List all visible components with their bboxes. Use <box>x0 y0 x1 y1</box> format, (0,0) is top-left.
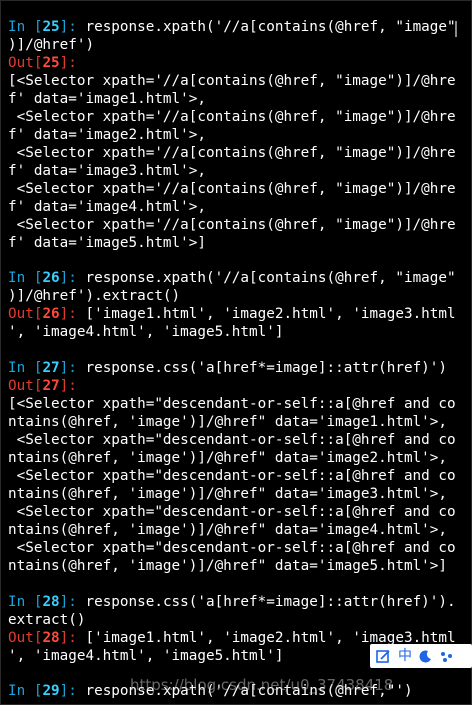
output-line: ', 'image4.html', 'image5.html'] <box>8 648 284 664</box>
in-prompt-close: ]: <box>59 19 77 35</box>
output-prompt: Out[27]: <box>8 377 77 395</box>
terminal-window[interactable]: In [25]: response.xpath('//a[contains(@h… <box>0 0 472 705</box>
input-line[interactable]: In [26]: response.xpath('//a[contains(@h… <box>8 269 456 287</box>
output-line: ntains(@href, 'image')]/@href" data='ima… <box>8 486 447 502</box>
output-line: f' data='image4.html'>, <box>8 199 206 215</box>
code-text: response.xpath('//a[contains(@href, "ima… <box>76 19 456 35</box>
output-line: ntains(@href, 'image')]/@href" data='ima… <box>8 450 447 466</box>
output-line: f' data='image5.html'>] <box>8 235 206 251</box>
output-line: <Selector xpath="descendant-or-self::a[@… <box>8 432 456 448</box>
ime-language-toggle[interactable]: 中 <box>398 649 412 663</box>
out-prompt-label: Out[ <box>8 306 43 322</box>
output-line: <Selector xpath='//a[contains(@href, "im… <box>8 145 456 161</box>
out-prompt-number: 27 <box>42 378 60 394</box>
input-line[interactable]: In [27]: response.css('a[href*=image]::a… <box>8 359 447 377</box>
output-line: f' data='image1.html'>, <box>8 91 206 107</box>
code-text: response.xpath('//a[contains(@href, "ima… <box>76 270 456 286</box>
out-prompt-close: ]: <box>59 55 77 71</box>
in-prompt-label: In [ <box>8 19 43 35</box>
out-prompt-number: 28 <box>42 630 60 646</box>
output-line: <Selector xpath="descendant-or-self::a[@… <box>8 540 456 556</box>
watermark-text: https://blog.csdn.net/u0_37438418 <box>130 676 394 694</box>
code-text: )]/@href').extract() <box>8 288 181 304</box>
out-prompt-label: Out[ <box>8 630 43 646</box>
output-line: f' data='image2.html'>, <box>8 127 206 143</box>
input-line-cont[interactable]: )]/@href') <box>8 36 94 54</box>
in-prompt-close: ]: <box>59 360 77 376</box>
output-line: Out[26]: ['image1.html', 'image2.html', … <box>8 305 456 323</box>
out-prompt-number: 26 <box>42 306 60 322</box>
scroll-marker <box>455 21 457 37</box>
input-line[interactable]: In [28]: response.css('a[href*=image]::a… <box>8 593 456 611</box>
output-line: [<Selector xpath='//a[contains(@href, "i… <box>8 73 456 89</box>
in-prompt-close: ]: <box>59 683 77 699</box>
code-text: extract() <box>8 612 86 628</box>
out-prompt-close: ]: <box>59 378 77 394</box>
in-prompt-number: 27 <box>42 360 60 376</box>
code-text: )]/@href') <box>8 37 95 53</box>
code-text: response.css('a[href*=image]::attr(href)… <box>76 360 447 376</box>
output-line: ntains(@href, 'image')]/@href" data='ima… <box>8 414 447 430</box>
in-prompt-close: ]: <box>59 594 77 610</box>
output-line: <Selector xpath='//a[contains(@href, "im… <box>8 109 456 125</box>
output-line: ntains(@href, 'image')]/@href" data='ima… <box>8 522 447 538</box>
output-line: ntains(@href, 'image')]/@href" data='ima… <box>8 558 447 574</box>
output-line: <Selector xpath="descendant-or-self::a[@… <box>8 468 456 484</box>
out-prompt-close: ]: <box>59 630 77 646</box>
in-prompt-label: In [ <box>8 683 43 699</box>
in-prompt-close: ]: <box>59 270 77 286</box>
in-prompt-number: 28 <box>42 594 60 610</box>
out-prompt-close: ]: <box>59 306 77 322</box>
output-line: <Selector xpath='//a[contains(@href, "im… <box>8 181 456 197</box>
ime-toolbar[interactable]: 中 <box>370 644 472 668</box>
output-line: [<Selector xpath="descendant-or-self::a[… <box>8 396 456 412</box>
in-prompt-label: In [ <box>8 270 43 286</box>
out-prompt-label: Out[ <box>8 55 43 71</box>
output-prompt: Out[25]: <box>8 54 77 72</box>
in-prompt-number: 25 <box>42 19 60 35</box>
in-prompt-label: In [ <box>8 360 43 376</box>
out-prompt-label: Out[ <box>8 378 43 394</box>
dots-icon[interactable] <box>439 650 455 663</box>
output-line: <Selector xpath="descendant-or-self::a[@… <box>8 504 456 520</box>
output-text: ['image1.html', 'image2.html', 'image3.h… <box>76 306 456 322</box>
output-line: ', 'image4.html', 'image5.html'] <box>8 324 284 340</box>
output-line: <Selector xpath='//a[contains(@href, "im… <box>8 217 456 233</box>
output-line: f' data='image3.html'>, <box>8 163 206 179</box>
out-prompt-number: 25 <box>42 55 60 71</box>
code-text: response.css('a[href*=image]::attr(href)… <box>76 594 456 610</box>
moon-icon[interactable] <box>419 649 432 663</box>
in-prompt-number: 29 <box>42 683 60 699</box>
input-line[interactable]: In [25]: response.xpath('//a[contains(@h… <box>8 18 456 36</box>
edit-icon[interactable] <box>376 649 391 664</box>
input-line-cont[interactable]: extract() <box>8 611 85 629</box>
in-prompt-label: In [ <box>8 594 43 610</box>
input-line-cont[interactable]: )]/@href').extract() <box>8 287 180 305</box>
in-prompt-number: 26 <box>42 270 60 286</box>
